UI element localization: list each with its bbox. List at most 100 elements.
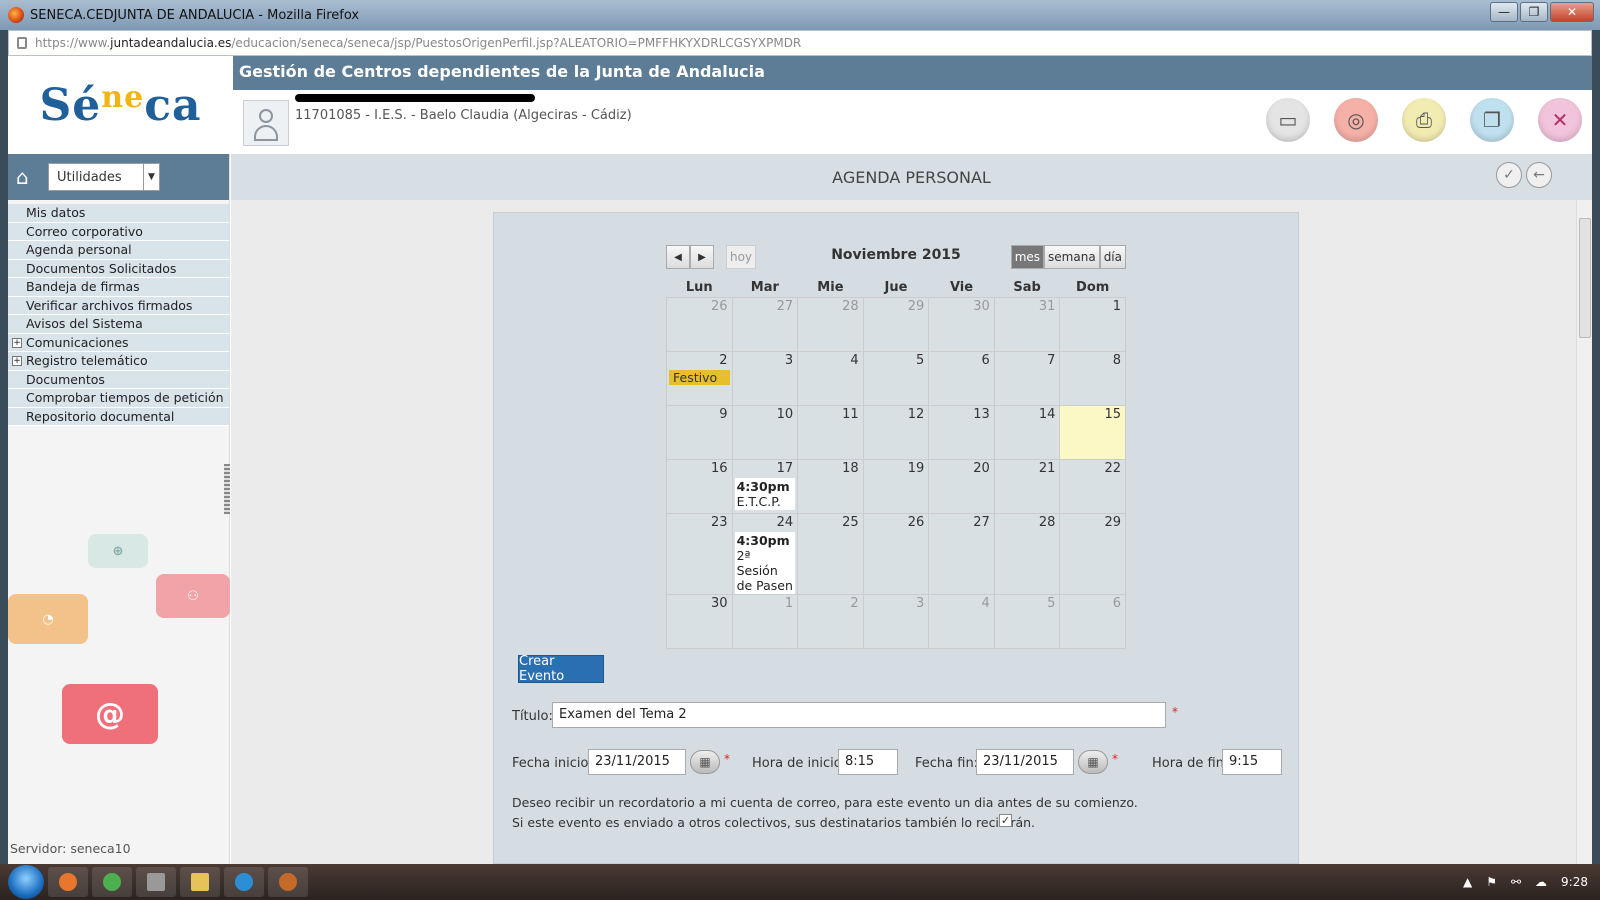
end-date-input[interactable]: 23/11/2015 <box>976 749 1074 775</box>
calendar-day-cell[interactable]: 4 <box>797 350 864 406</box>
copy-icon[interactable]: ❐ <box>1470 98 1514 142</box>
sidebar-item-comprobar-tiempos[interactable]: Comprobar tiempos de petición <box>8 389 229 408</box>
expand-icon[interactable]: + <box>12 337 22 348</box>
view-month-button[interactable]: mes <box>1010 245 1045 269</box>
create-event-button[interactable]: Crear Evento <box>518 654 604 684</box>
sidebar-item-verificar-archivos[interactable]: Verificar archivos firmados <box>8 296 229 315</box>
calendar-day-cell[interactable]: 25 <box>797 512 864 595</box>
start-time-input[interactable]: 8:15 <box>838 749 898 775</box>
sidebar-item-repositorio-documental[interactable]: Repositorio documental <box>8 407 229 426</box>
calendar-day-cell[interactable]: 30 <box>928 296 995 352</box>
calendar-day-cell[interactable]: 27 <box>928 512 995 595</box>
taskbar-media[interactable] <box>136 867 176 897</box>
calendar-day-cell[interactable]: 1 <box>731 593 799 649</box>
sidebar-item-mis-datos[interactable]: Mis datos <box>8 204 229 223</box>
today-button[interactable]: hoy <box>726 245 756 269</box>
start-button[interactable] <box>8 865 44 899</box>
cloud-icon[interactable]: ☁ <box>1535 875 1547 889</box>
user-avatar-icon[interactable] <box>243 100 289 146</box>
taskbar-seneca[interactable] <box>268 867 308 897</box>
calendar-day-cell[interactable]: 30 <box>666 593 733 649</box>
calendar-day-cell[interactable]: 21 <box>993 458 1061 514</box>
calendar-day-cell[interactable]: 31 <box>993 296 1061 352</box>
taskbar-explorer[interactable] <box>180 867 220 897</box>
minimize-button[interactable]: — <box>1490 2 1518 22</box>
calendar-day-cell[interactable]: 17 4:30pm E.T.C.P. <box>731 458 799 514</box>
calendar-day-cell[interactable]: 28 <box>797 296 864 352</box>
taskbar-ie[interactable] <box>224 867 264 897</box>
calendar-day-cell[interactable]: 18 <box>797 458 864 514</box>
folder-icon[interactable]: ▭ <box>1266 98 1310 142</box>
title-input[interactable]: Examen del Tema 2 <box>552 702 1166 728</box>
calendar-day-cell[interactable]: 11 <box>797 404 864 460</box>
calendar-day-cell[interactable]: 9 <box>666 404 733 460</box>
tray-arrow-icon[interactable]: ▲ <box>1463 875 1472 889</box>
sidebar-item-avisos-sistema[interactable]: Avisos del Sistema <box>8 315 229 334</box>
calendar-day-cell-today[interactable]: 15 <box>1059 404 1126 460</box>
calendar-day-cell[interactable]: 26 <box>862 512 930 595</box>
calendar-day-cell[interactable]: 20 <box>928 458 995 514</box>
calendar-day-cell[interactable]: 24 4:30pm 2ª Sesión de Pasen <box>731 512 799 595</box>
calendar-picker-icon[interactable]: ▦ <box>1078 750 1108 774</box>
share-checkbox[interactable]: ✓ <box>999 814 1012 827</box>
help-lifebuoy-icon[interactable]: ◎ <box>1334 98 1378 142</box>
sidebar-resize-handle[interactable] <box>224 464 230 514</box>
calendar-day-cell[interactable]: 22 <box>1059 458 1126 514</box>
clock[interactable]: 9:28 <box>1561 875 1588 889</box>
module-select[interactable]: Utilidades ▼ <box>48 163 160 191</box>
scroll-thumb[interactable] <box>1579 218 1591 338</box>
accept-check-icon[interactable]: ✓ <box>1496 162 1522 188</box>
taskbar-firefox[interactable] <box>48 867 88 897</box>
taskbar-chrome[interactable] <box>92 867 132 897</box>
calendar-day-cell[interactable]: 29 <box>1059 512 1126 595</box>
calendar-day-cell[interactable]: 13 <box>928 404 995 460</box>
calendar-day-cell[interactable]: 6 <box>1059 593 1126 649</box>
calendar-day-cell[interactable]: 2 <box>797 593 864 649</box>
sidebar-item-bandeja-firmas[interactable]: Bandeja de firmas <box>8 278 229 297</box>
calendar-day-cell[interactable]: 26 <box>666 296 733 352</box>
flag-icon[interactable]: ⚑ <box>1486 875 1497 889</box>
view-day-button[interactable]: día <box>1099 245 1126 269</box>
calendar-day-cell[interactable]: 16 <box>666 458 733 514</box>
maximize-button[interactable]: ❐ <box>1520 2 1548 22</box>
calendar-day-cell[interactable]: 5 <box>862 350 930 406</box>
calendar-day-cell[interactable]: 8 <box>1059 350 1126 406</box>
event-sesion-pasen[interactable]: 4:30pm 2ª Sesión de Pasen <box>734 531 796 594</box>
address-bar[interactable]: https://www.juntadeandalucia.es/educacio… <box>8 30 1592 56</box>
calendar-day-cell[interactable]: 29 <box>862 296 930 352</box>
sidebar-item-correo-corporativo[interactable]: Correo corporativo <box>8 222 229 241</box>
network-icon[interactable]: ⚯ <box>1511 875 1521 889</box>
end-time-input[interactable]: 9:15 <box>1222 749 1282 775</box>
calendar-day-cell[interactable]: 2 Festivo <box>666 350 733 406</box>
calendar-day-cell[interactable]: 7 <box>993 350 1061 406</box>
url-text[interactable]: https://www.juntadeandalucia.es/educacio… <box>35 36 801 50</box>
event-etcp[interactable]: 4:30pm E.T.C.P. <box>734 477 796 510</box>
home-icon[interactable]: ⌂ <box>16 167 38 187</box>
sidebar-item-registro-telematico[interactable]: + Registro telemático <box>8 352 229 371</box>
calendar-day-cell[interactable]: 1 <box>1059 296 1126 352</box>
chevron-down-icon[interactable]: ▼ <box>143 164 159 190</box>
print-icon[interactable]: ⎙ <box>1402 98 1446 142</box>
calendar-day-cell[interactable]: 10 <box>731 404 799 460</box>
sidebar-item-documentos[interactable]: Documentos <box>8 370 229 389</box>
calendar-day-cell[interactable]: 3 <box>731 350 799 406</box>
calendar-day-cell[interactable]: 4 <box>928 593 995 649</box>
calendar-picker-icon[interactable]: ▦ <box>690 750 720 774</box>
calendar-day-cell[interactable]: 23 <box>666 512 733 595</box>
calendar-day-cell[interactable]: 19 <box>862 458 930 514</box>
calendar-day-cell[interactable]: 12 <box>862 404 930 460</box>
sidebar-item-comunicaciones[interactable]: + Comunicaciones <box>8 333 229 352</box>
close-window-button[interactable]: ✕ <box>1550 2 1594 22</box>
prev-month-button[interactable]: ◀ <box>666 245 690 269</box>
calendar-day-cell[interactable]: 14 <box>993 404 1061 460</box>
logout-close-icon[interactable]: ✕ <box>1538 98 1582 142</box>
calendar-day-cell[interactable]: 28 <box>993 512 1061 595</box>
view-week-button[interactable]: semana <box>1044 245 1100 269</box>
calendar-day-cell[interactable]: 5 <box>993 593 1061 649</box>
calendar-day-cell[interactable]: 6 <box>928 350 995 406</box>
expand-icon[interactable]: + <box>12 356 22 366</box>
back-arrow-icon[interactable]: ← <box>1526 162 1552 188</box>
start-date-input[interactable]: 23/11/2015 <box>588 749 686 775</box>
sidebar-item-agenda-personal[interactable]: Agenda personal <box>8 241 229 260</box>
sidebar-item-documentos-solicitados[interactable]: Documentos Solicitados <box>8 259 229 278</box>
